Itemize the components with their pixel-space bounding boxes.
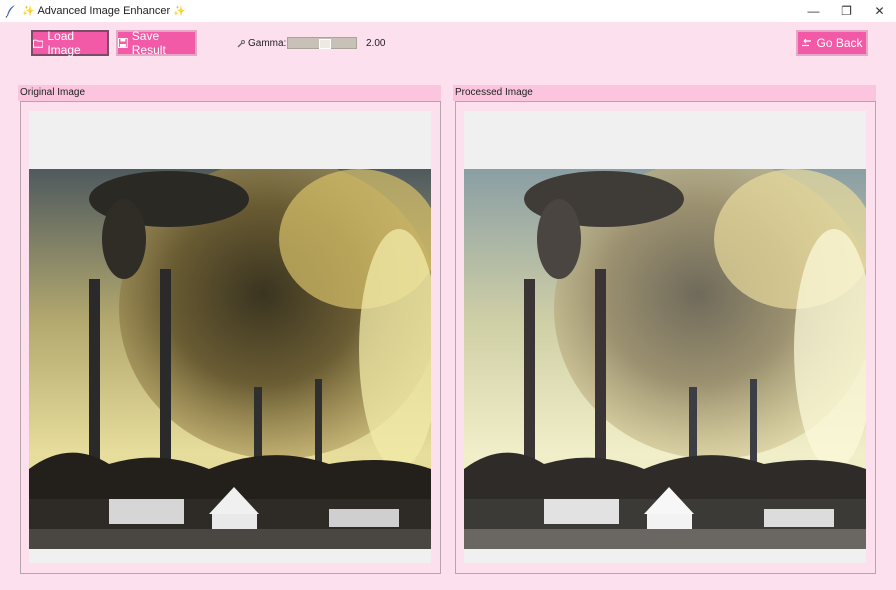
title-bar: ✨ Advanced Image Enhancer ✨ — ❐ ✕	[0, 0, 896, 22]
gamma-slider-thumb[interactable]	[319, 39, 331, 49]
minimize-button[interactable]: —	[797, 0, 830, 22]
load-image-button[interactable]: Load Image	[31, 29, 109, 57]
floppy-disk-icon	[118, 38, 128, 48]
original-image-canvas	[29, 111, 431, 563]
feather-icon	[5, 5, 15, 18]
gamma-label: Gamma:	[237, 38, 286, 49]
save-result-label: Save Result	[131, 29, 166, 57]
go-back-label: Go Back	[816, 36, 863, 50]
original-panel-title: Original Image	[20, 87, 86, 98]
window-title-text: Advanced Image Enhancer	[37, 5, 171, 17]
original-image-panel	[20, 101, 441, 574]
processed-image-panel	[455, 101, 876, 574]
back-arrows-icon	[802, 38, 812, 47]
restore-button[interactable]: ❐	[830, 0, 863, 22]
go-back-button[interactable]: Go Back	[796, 30, 868, 56]
sparkle-icon: ✨	[173, 5, 186, 17]
sparkle-icon: ✨	[22, 5, 35, 17]
folder-icon	[33, 39, 44, 48]
save-result-button[interactable]: Save Result	[116, 29, 197, 57]
load-image-label: Load Image	[47, 29, 81, 57]
original-image	[29, 169, 431, 549]
processed-panel-title: Processed Image	[455, 87, 533, 98]
processed-panel-header: Processed Image	[453, 85, 876, 101]
gamma-value: 2.00	[366, 38, 386, 49]
gamma-label-text: Gamma:	[248, 38, 287, 49]
window-title: ✨ Advanced Image Enhancer ✨	[22, 5, 186, 17]
processed-image-canvas	[464, 111, 866, 563]
wrench-icon	[237, 39, 245, 47]
gamma-slider[interactable]	[287, 37, 357, 49]
original-panel-header: Original Image	[18, 85, 441, 101]
close-button[interactable]: ✕	[863, 0, 896, 22]
processed-image	[464, 169, 866, 549]
